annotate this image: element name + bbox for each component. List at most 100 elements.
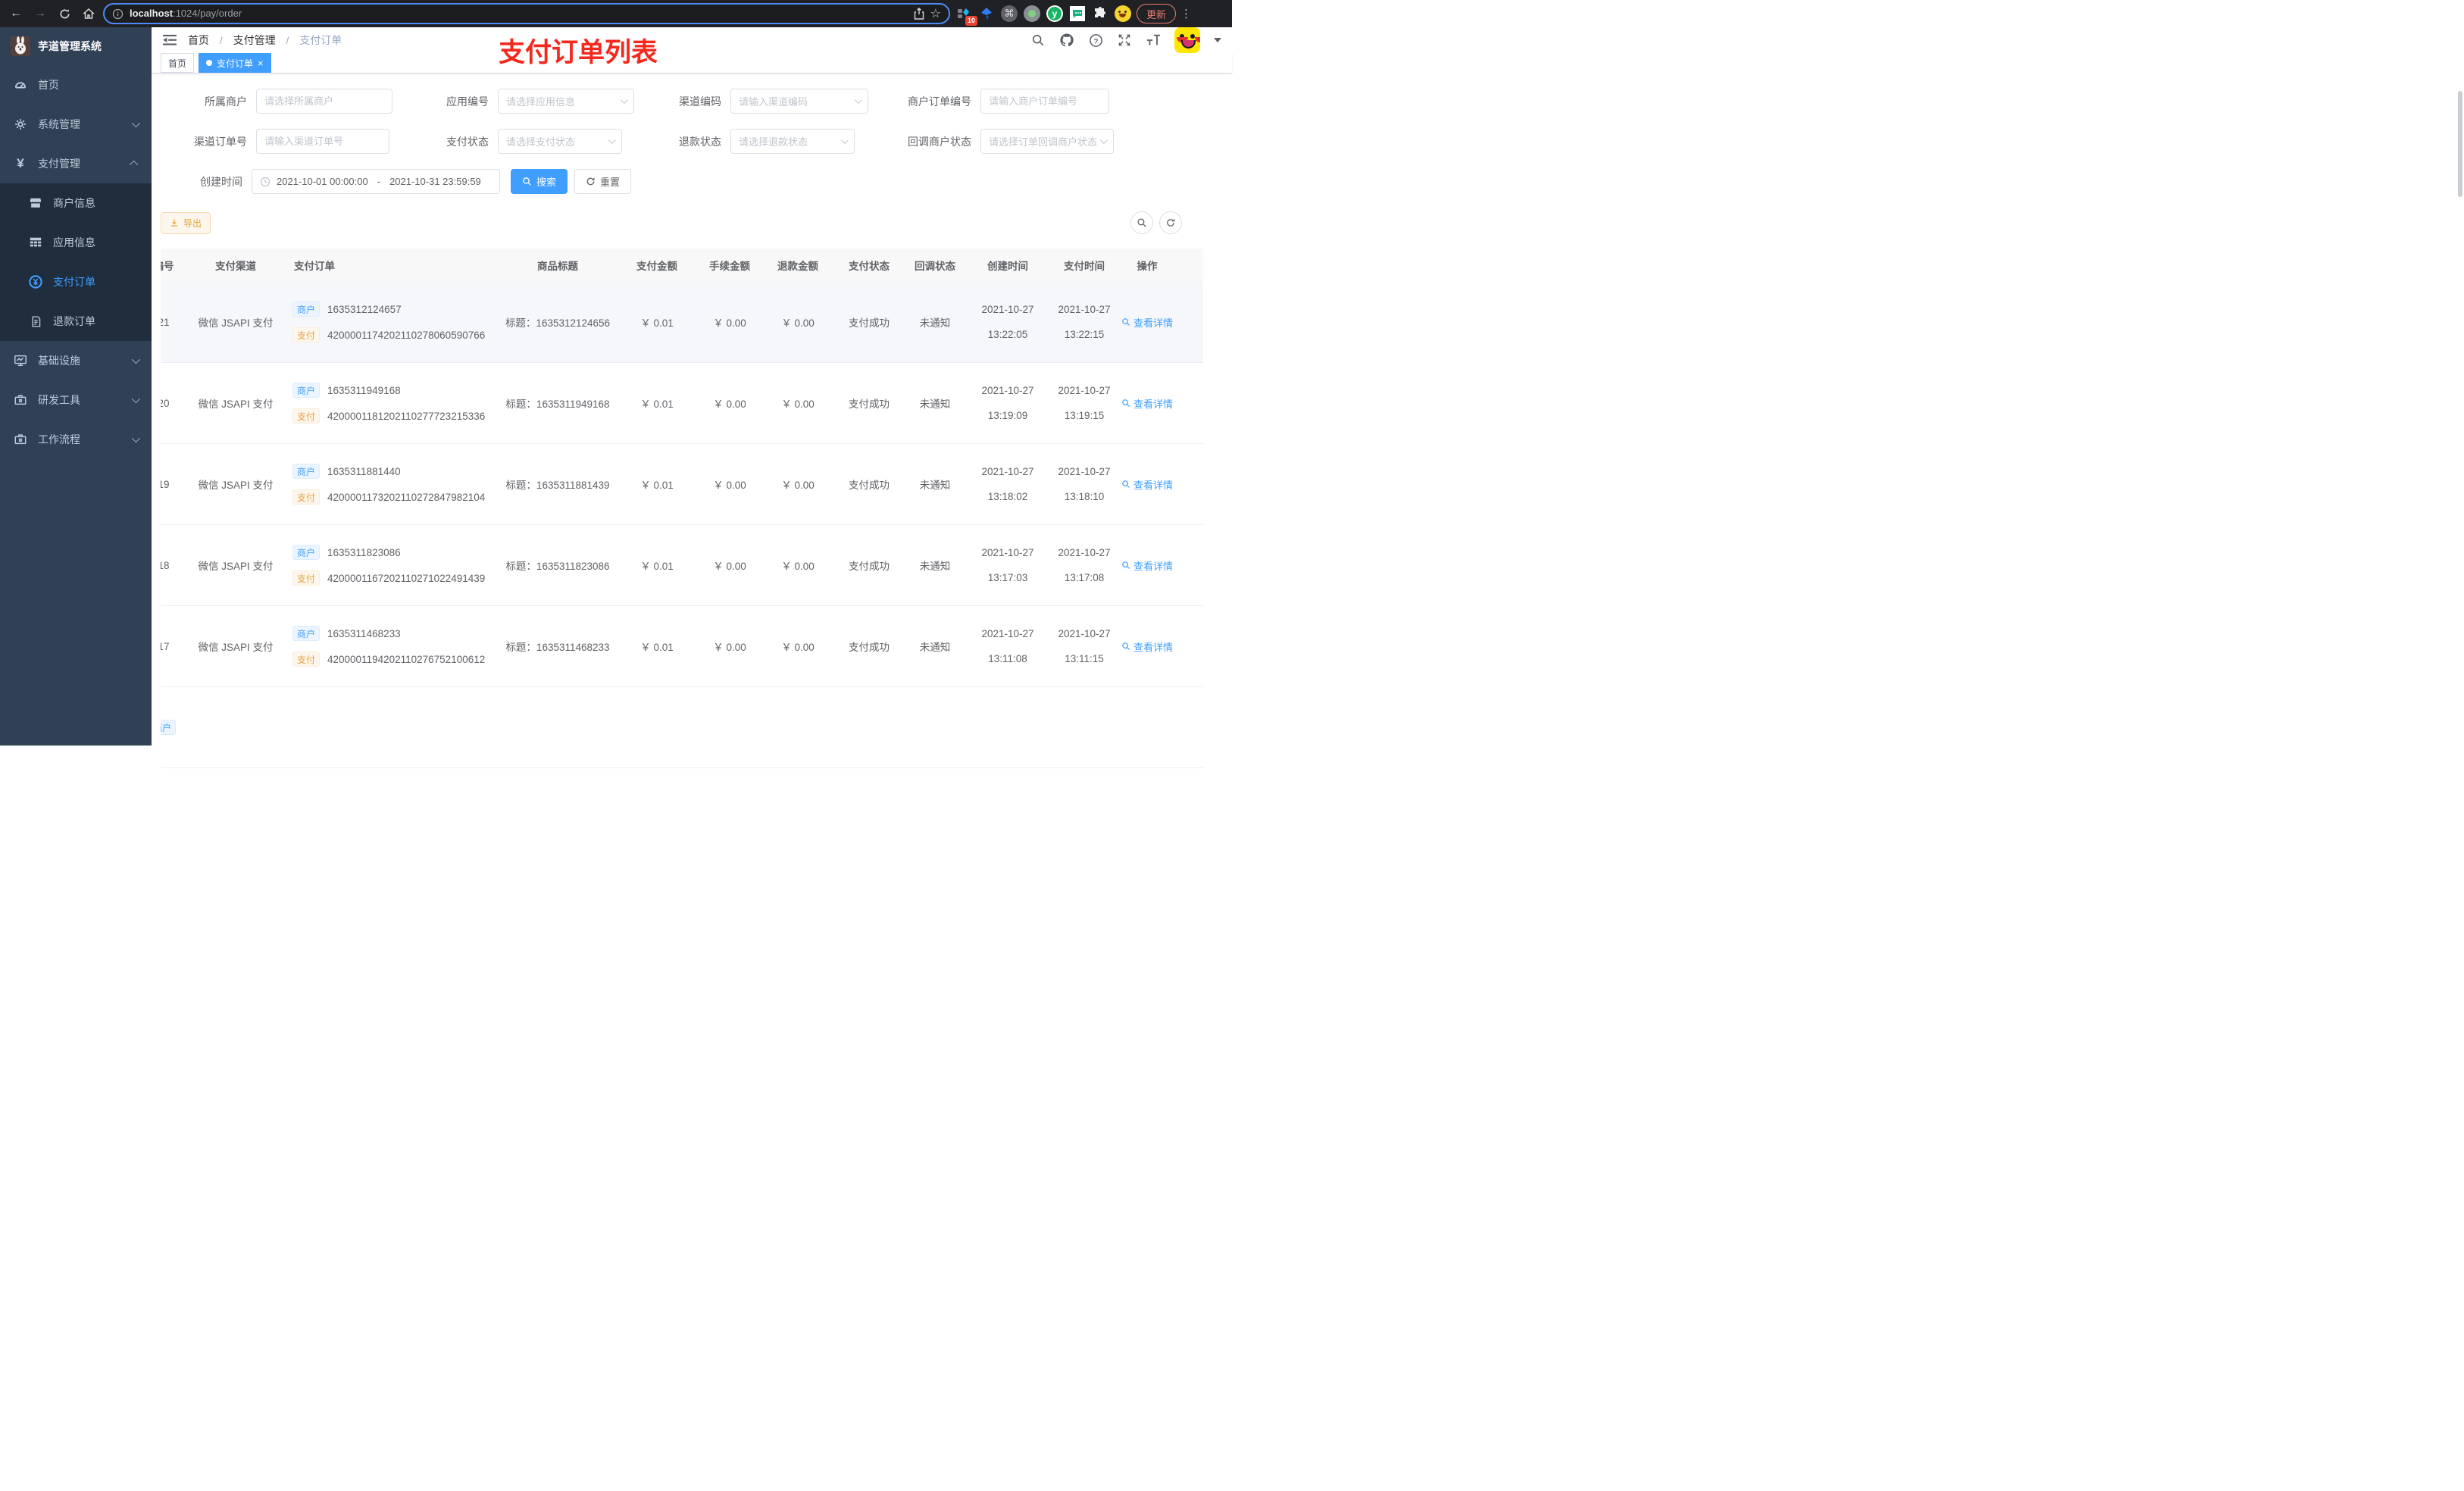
forward-icon[interactable]: → — [30, 4, 50, 23]
channel-order-no-input[interactable] — [256, 129, 389, 154]
breadcrumb-separator: / — [286, 34, 289, 46]
col-header-pay-status: 支付状态 — [849, 261, 890, 272]
cell-create-time: 2021-10-27 13:19:09 — [981, 384, 1034, 421]
view-detail-link[interactable]: 查看详情 — [1121, 639, 1173, 654]
breadcrumb-home[interactable]: 首页 — [188, 33, 209, 48]
export-button[interactable]: 导出 — [161, 211, 211, 234]
info-icon[interactable] — [112, 8, 124, 20]
merchant-tag: 商户 — [292, 302, 321, 317]
extension-kite-icon[interactable] — [977, 5, 996, 23]
cell-pay-order: 商户 1635311468233 支付 42000011942021102767… — [292, 626, 501, 667]
extension-sync-icon[interactable]: 10 — [955, 5, 977, 26]
document-icon — [29, 314, 42, 328]
search-icon[interactable] — [1030, 33, 1046, 48]
extension-command-icon[interactable]: ⌘ — [1000, 5, 1018, 23]
sidebar-item-pay-order[interactable]: 支付订单 — [0, 262, 152, 302]
app-id-select[interactable]: 请选择应用信息 — [498, 89, 634, 114]
refund-status-select[interactable]: 请选择退款状态 — [730, 129, 855, 154]
clock-icon — [260, 177, 270, 187]
view-detail-link[interactable]: 查看详情 — [1121, 477, 1173, 492]
view-detail-link[interactable]: 查看详情 — [1121, 396, 1173, 411]
channel-code-select[interactable]: 请输入渠道编码 — [730, 89, 868, 114]
cell-pay-order: 商户 1635311881440 支付 42000011732021102728… — [292, 464, 501, 505]
active-dot-icon — [206, 60, 213, 66]
merchant-filter-input[interactable] — [256, 89, 392, 114]
view-detail-link[interactable]: 查看详情 — [1121, 558, 1173, 573]
cell-pay-amount: ￥ 0.01 — [640, 399, 674, 410]
table-row[interactable]: 21 微信 JSAPI 支付 商户 1635312124657 支付 42000… — [161, 282, 1203, 363]
cell-pay-amount: ￥ 0.01 — [640, 561, 674, 572]
search-icon — [1122, 561, 1130, 569]
breadcrumb-pay[interactable]: 支付管理 — [233, 33, 276, 48]
share-icon[interactable] — [914, 8, 924, 20]
avatar-caret-icon[interactable] — [1214, 38, 1221, 42]
logo-rabbit-icon — [11, 36, 30, 56]
extensions-puzzle-icon[interactable] — [1091, 5, 1109, 23]
sidebar-item-app-info[interactable]: 应用信息 — [0, 223, 152, 262]
reload-icon[interactable] — [55, 4, 74, 23]
merchant-order-no-input[interactable] — [980, 89, 1109, 114]
sidebar-item-system[interactable]: 系统管理 — [0, 105, 152, 144]
extension-y-icon[interactable]: y — [1046, 5, 1064, 23]
extension-record-icon[interactable] — [1023, 5, 1041, 23]
cell-id: 20 — [161, 397, 170, 409]
shop-icon — [29, 196, 42, 210]
pay-order-no: 4200001181202110277723215336 — [327, 410, 486, 422]
user-avatar[interactable] — [1174, 27, 1200, 53]
extension-chat-icon[interactable] — [1068, 5, 1087, 23]
cell-pay-time: 2021-10-27 13:19:15 — [1058, 384, 1111, 421]
table-row[interactable]: 20 微信 JSAPI 支付 商户 1635311949168 支付 42000… — [161, 363, 1203, 444]
cell-actions: 查看详情 — [1121, 558, 1174, 573]
bookmark-star-icon[interactable]: ☆ — [930, 6, 941, 21]
pay-tag: 支付 — [292, 652, 321, 667]
fullscreen-icon[interactable] — [1117, 33, 1132, 48]
cell-channel: 微信 JSAPI 支付 — [198, 480, 274, 491]
cell-create-time: 2021-10-27 13:18:02 — [981, 465, 1034, 502]
help-icon[interactable]: ? — [1088, 33, 1103, 48]
sidebar-item-workflow[interactable]: 工作流程 — [0, 420, 152, 459]
cell-refund-amount: ￥ 0.00 — [781, 317, 815, 329]
col-header-id: 编号 — [161, 261, 174, 272]
profile-avatar-icon[interactable] — [1114, 5, 1132, 23]
app-logo[interactable]: 芋道管理系统 — [0, 27, 152, 65]
table-row[interactable]: 商户 1635311354726 — [161, 687, 1203, 768]
back-icon[interactable]: ← — [6, 4, 26, 23]
cell-pay-status: 支付成功 — [849, 480, 890, 491]
refresh-table-button[interactable] — [1159, 211, 1182, 234]
date-end: 2021-10-31 23:59:59 — [389, 176, 481, 187]
filter-label: 回调商户状态 — [908, 135, 971, 148]
cell-refund-amount: ￥ 0.00 — [781, 561, 815, 572]
home-icon[interactable] — [79, 4, 98, 23]
col-header-pay-amount: 支付金额 — [636, 261, 677, 272]
notify-status-select[interactable]: 请选择订单回调商户状态 — [980, 129, 1114, 154]
show-search-toggle-button[interactable] — [1130, 211, 1153, 234]
tab-pay-order[interactable]: 支付订单 × — [199, 53, 271, 73]
cell-channel: 微信 JSAPI 支付 — [198, 317, 274, 329]
browser-menu-icon[interactable]: ⋮ — [1180, 7, 1192, 20]
sidebar-item-infra[interactable]: 基础设施 — [0, 341, 152, 380]
sidebar-item-devtools[interactable]: 研发工具 — [0, 380, 152, 420]
grid-icon — [29, 236, 42, 249]
sidebar-item-merchant-info[interactable]: 商户信息 — [0, 183, 152, 223]
sidebar-collapse-icon[interactable] — [162, 33, 177, 48]
sidebar-item-home[interactable]: 首页 — [0, 65, 152, 105]
github-icon[interactable] — [1059, 33, 1074, 48]
view-detail-link[interactable]: 查看详情 — [1121, 315, 1173, 330]
table-row[interactable]: 19 微信 JSAPI 支付 商户 1635311881440 支付 42000… — [161, 444, 1203, 525]
page-scrollbar[interactable] — [2458, 91, 2462, 197]
browser-update-button[interactable]: 更新 — [1137, 4, 1177, 23]
search-button[interactable]: 搜索 — [511, 169, 568, 194]
sidebar-item-pay[interactable]: ¥ 支付管理 — [0, 144, 152, 183]
font-size-icon[interactable] — [1146, 33, 1161, 48]
cell-channel: 微信 JSAPI 支付 — [198, 561, 274, 572]
table-row[interactable]: 17 微信 JSAPI 支付 商户 1635311468233 支付 42000… — [161, 606, 1203, 687]
table-row[interactable]: 18 微信 JSAPI 支付 商户 1635311823086 支付 42000… — [161, 525, 1203, 606]
create-time-range-picker[interactable]: 2021-10-01 00:00:00 - 2021-10-31 23:59:5… — [252, 169, 500, 194]
reset-button[interactable]: 重置 — [574, 169, 632, 194]
close-icon[interactable]: × — [258, 58, 264, 68]
pay-status-select[interactable]: 请选择支付状态 — [498, 129, 622, 154]
tab-home[interactable]: 首页 — [161, 53, 195, 73]
url-bar[interactable]: localhost:1024/pay/order ☆ — [103, 3, 950, 24]
filter-row-2: 渠道订单号 支付状态 请选择支付状态 退款状态 请选择退款状态 回调商户状态 请… — [161, 129, 1223, 154]
sidebar-item-refund-order[interactable]: 退款订单 — [0, 302, 152, 341]
